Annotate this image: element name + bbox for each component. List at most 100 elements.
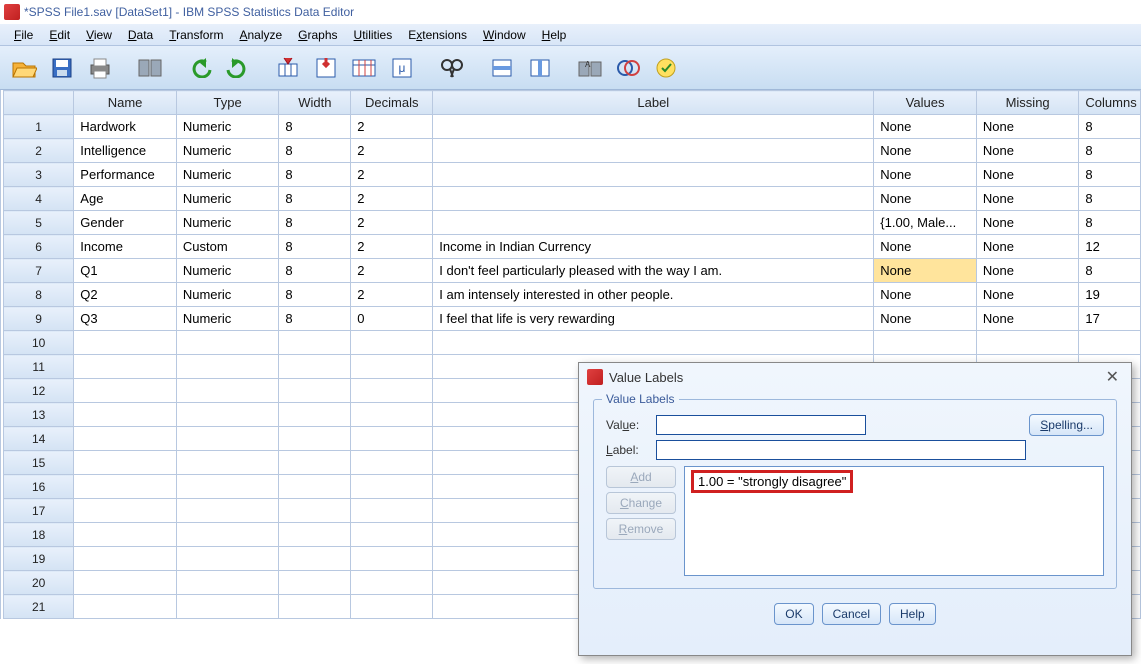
open-icon[interactable] [8, 52, 40, 84]
table-row[interactable]: 5 Gender Numeric 8 2 {1.00, Male... None… [2, 211, 1141, 235]
row-number[interactable]: 19 [2, 547, 74, 571]
row-number[interactable]: 13 [2, 403, 74, 427]
cell-columns[interactable]: 8 [1079, 187, 1141, 211]
row-number[interactable]: 17 [2, 499, 74, 523]
row-number[interactable]: 1 [2, 115, 74, 139]
remove-button[interactable]: Remove [606, 518, 676, 540]
cell-values[interactable]: None [874, 163, 977, 187]
cell-columns[interactable]: 8 [1079, 211, 1141, 235]
row-number[interactable]: 5 [2, 211, 74, 235]
menu-window[interactable]: Window [475, 26, 534, 44]
change-button[interactable]: Change [606, 492, 676, 514]
table-row[interactable]: 10 [2, 331, 1141, 355]
cell-width[interactable]: 8 [279, 187, 351, 211]
cancel-button[interactable]: Cancel [822, 603, 881, 625]
cell-type[interactable]: Numeric [176, 139, 279, 163]
cell-width[interactable]: 8 [279, 259, 351, 283]
goto-case-icon[interactable] [272, 52, 304, 84]
recall-dialog-icon[interactable] [134, 52, 166, 84]
menu-transform[interactable]: Transform [161, 26, 231, 44]
col-header-decimals[interactable]: Decimals [351, 91, 433, 115]
cell-type[interactable]: Numeric [176, 307, 279, 331]
cell-values[interactable]: None [874, 187, 977, 211]
menu-extensions[interactable]: Extensions [400, 26, 475, 44]
cell-name[interactable]: Income [74, 235, 177, 259]
row-number[interactable]: 3 [2, 163, 74, 187]
col-header-name[interactable]: Name [74, 91, 177, 115]
cell-name[interactable]: Q3 [74, 307, 177, 331]
goto-variable-icon[interactable] [310, 52, 342, 84]
cell-missing[interactable]: None [976, 211, 1079, 235]
insert-cases-icon[interactable] [486, 52, 518, 84]
col-header-values[interactable]: Values [874, 91, 977, 115]
row-number[interactable]: 2 [2, 139, 74, 163]
menu-edit[interactable]: Edit [41, 26, 78, 44]
cell-decimals[interactable]: 2 [351, 115, 433, 139]
cell-label[interactable]: I don't feel particularly pleased with t… [433, 259, 874, 283]
cell-label[interactable] [433, 115, 874, 139]
find-icon[interactable] [436, 52, 468, 84]
table-row[interactable]: 6 Income Custom 8 2 Income in Indian Cur… [2, 235, 1141, 259]
cell-decimals[interactable]: 2 [351, 163, 433, 187]
cell-decimals[interactable]: 2 [351, 211, 433, 235]
cell-name[interactable]: Intelligence [74, 139, 177, 163]
split-file-icon[interactable]: A [574, 52, 606, 84]
cell-values[interactable]: None [874, 235, 977, 259]
cell-values[interactable]: None [874, 307, 977, 331]
cell-name[interactable]: Performance [74, 163, 177, 187]
cell-width[interactable]: 8 [279, 163, 351, 187]
cell-columns[interactable]: 17 [1079, 307, 1141, 331]
row-number[interactable]: 18 [2, 523, 74, 547]
cell-label[interactable] [433, 139, 874, 163]
col-header-columns[interactable]: Columns [1079, 91, 1141, 115]
row-number[interactable]: 9 [2, 307, 74, 331]
cell-label[interactable]: I feel that life is very rewarding [433, 307, 874, 331]
row-number[interactable]: 11 [2, 355, 74, 379]
select-cases-icon[interactable] [650, 52, 682, 84]
menu-view[interactable]: View [78, 26, 120, 44]
cell-width[interactable]: 8 [279, 235, 351, 259]
cell-name[interactable]: Q2 [74, 283, 177, 307]
cell-values[interactable]: None [874, 139, 977, 163]
cell-type[interactable]: Custom [176, 235, 279, 259]
table-row[interactable]: 1 Hardwork Numeric 8 2 None None 8 [2, 115, 1141, 139]
row-number[interactable]: 12 [2, 379, 74, 403]
menu-utilities[interactable]: Utilities [346, 26, 401, 44]
row-number[interactable]: 20 [2, 571, 74, 595]
cell-decimals[interactable]: 2 [351, 139, 433, 163]
cell-type[interactable]: Numeric [176, 259, 279, 283]
table-row[interactable]: 8 Q2 Numeric 8 2 I am intensely interest… [2, 283, 1141, 307]
table-row[interactable]: 2 Intelligence Numeric 8 2 None None 8 [2, 139, 1141, 163]
cell-type[interactable]: Numeric [176, 283, 279, 307]
cell-name[interactable]: Hardwork [74, 115, 177, 139]
cell-width[interactable]: 8 [279, 211, 351, 235]
save-icon[interactable] [46, 52, 78, 84]
insert-variable-icon[interactable] [524, 52, 556, 84]
cell-decimals[interactable]: 0 [351, 307, 433, 331]
cell-decimals[interactable]: 2 [351, 187, 433, 211]
row-number[interactable]: 8 [2, 283, 74, 307]
value-labels-listbox[interactable]: 1.00 = "strongly disagree" [684, 466, 1104, 576]
row-number[interactable]: 6 [2, 235, 74, 259]
spelling-button[interactable]: Spelling... [1029, 414, 1104, 436]
cell-values[interactable]: None [874, 283, 977, 307]
cell-values[interactable]: None [874, 115, 977, 139]
row-number[interactable]: 14 [2, 427, 74, 451]
cell-width[interactable]: 8 [279, 283, 351, 307]
cell-type[interactable]: Numeric [176, 187, 279, 211]
cell-columns[interactable]: 8 [1079, 259, 1141, 283]
cell-name[interactable]: Age [74, 187, 177, 211]
table-row[interactable]: 4 Age Numeric 8 2 None None 8 [2, 187, 1141, 211]
cell-label[interactable]: I am intensely interested in other peopl… [433, 283, 874, 307]
menu-analyze[interactable]: Analyze [231, 26, 290, 44]
menu-file[interactable]: File [6, 26, 41, 44]
ok-button[interactable]: OK [774, 603, 813, 625]
help-button[interactable]: Help [889, 603, 936, 625]
table-row[interactable]: 3 Performance Numeric 8 2 None None 8 [2, 163, 1141, 187]
close-icon[interactable]: ✕ [1102, 367, 1123, 387]
cell-width[interactable]: 8 [279, 139, 351, 163]
value-input[interactable] [656, 415, 866, 435]
cell-label[interactable] [433, 211, 874, 235]
cell-columns[interactable]: 12 [1079, 235, 1141, 259]
add-button[interactable]: Add [606, 466, 676, 488]
